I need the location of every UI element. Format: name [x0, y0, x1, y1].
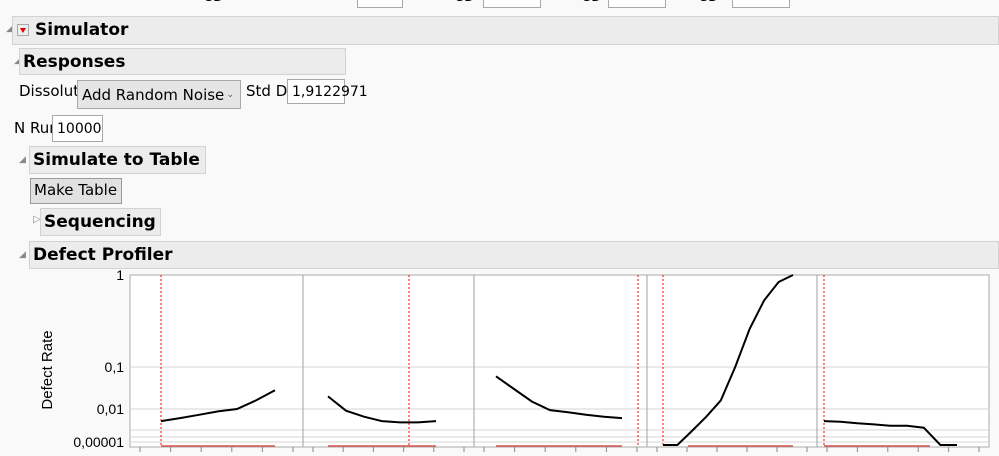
y-tick-label: 1	[116, 267, 124, 283]
y-tick-label: 0,00001	[73, 434, 124, 450]
y-axis-label: Defect Rate	[39, 330, 56, 409]
y-tick-label: 0,1	[105, 359, 125, 375]
plot-area	[129, 274, 990, 448]
defect-profiler-chart: Defect Rate 1 0,1 0,01 0,00001	[39, 267, 990, 452]
y-tick-label: 0,01	[97, 401, 124, 417]
